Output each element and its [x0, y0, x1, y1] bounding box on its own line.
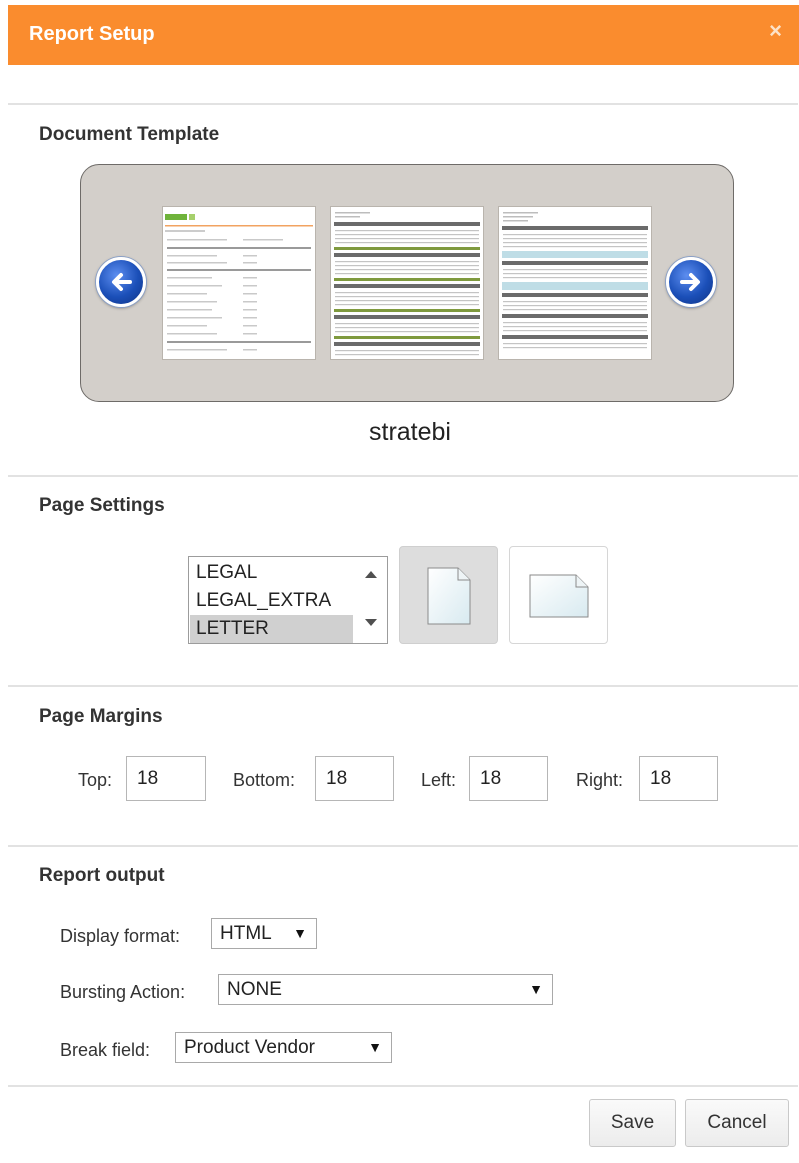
- divider: [8, 1085, 798, 1087]
- margin-left-label: Left:: [421, 770, 457, 790]
- template-thumbnail-green-table[interactable]: [330, 206, 484, 360]
- chevron-down-icon: ▼: [529, 981, 543, 997]
- portrait-orientation-button[interactable]: [399, 546, 498, 644]
- bursting-action-label: Bursting Action:: [60, 982, 186, 1002]
- display-format-select[interactable]: HTML ▼: [211, 918, 317, 949]
- paper-size-option-selected[interactable]: LETTER: [190, 615, 353, 643]
- margin-right-input[interactable]: 18: [639, 756, 718, 801]
- save-button[interactable]: Save: [589, 1099, 676, 1147]
- divider: [8, 685, 798, 687]
- bursting-action-value: NONE: [227, 979, 282, 1000]
- margin-right-label: Right:: [576, 770, 624, 790]
- break-field-select[interactable]: Product Vendor ▼: [175, 1032, 392, 1063]
- list-scrollbar[interactable]: [354, 557, 387, 643]
- close-icon[interactable]: ×: [769, 18, 782, 44]
- divider: [8, 845, 798, 847]
- cancel-button[interactable]: Cancel: [685, 1099, 789, 1147]
- scroll-up-icon[interactable]: [365, 571, 377, 578]
- dialog-title-bar: Report Setup ×: [8, 5, 799, 65]
- chevron-down-icon: ▼: [293, 925, 307, 941]
- bursting-action-select[interactable]: NONE ▼: [218, 974, 553, 1005]
- margin-bottom-input[interactable]: 18: [315, 756, 394, 801]
- arrow-left-icon[interactable]: [96, 257, 146, 307]
- dialog-title: Report Setup: [29, 23, 155, 45]
- break-field-value: Product Vendor: [184, 1037, 315, 1058]
- paper-size-option[interactable]: LEGAL: [190, 559, 353, 587]
- landscape-orientation-button[interactable]: [509, 546, 608, 644]
- display-format-value: HTML: [220, 923, 272, 944]
- paper-size-option[interactable]: LEGAL_EXTRA: [190, 587, 353, 615]
- page-settings-heading: Page Settings: [39, 495, 165, 516]
- arrow-right-icon[interactable]: [666, 257, 716, 307]
- margin-bottom-label: Bottom:: [233, 770, 296, 790]
- portrait-page-icon: [427, 567, 471, 625]
- divider: [8, 475, 798, 477]
- scroll-down-icon[interactable]: [365, 619, 377, 626]
- margin-left-input[interactable]: 18: [469, 756, 548, 801]
- margin-top-input[interactable]: 18: [126, 756, 206, 801]
- divider: [8, 103, 798, 105]
- template-thumbnail-blue-table[interactable]: [498, 206, 652, 360]
- document-template-heading: Document Template: [39, 124, 220, 145]
- chevron-down-icon: ▼: [368, 1039, 382, 1055]
- paper-size-list[interactable]: LEGAL LEGAL_EXTRA LETTER: [188, 556, 388, 644]
- margin-top-label: Top:: [78, 770, 113, 790]
- selected-template-name: stratebi: [369, 418, 451, 446]
- report-output-heading: Report output: [39, 865, 165, 886]
- display-format-label: Display format:: [60, 926, 181, 946]
- template-thumbnail-stratebi[interactable]: [162, 206, 316, 360]
- break-field-label: Break field:: [60, 1040, 151, 1060]
- page-margins-heading: Page Margins: [39, 706, 163, 727]
- landscape-page-icon: [529, 574, 589, 618]
